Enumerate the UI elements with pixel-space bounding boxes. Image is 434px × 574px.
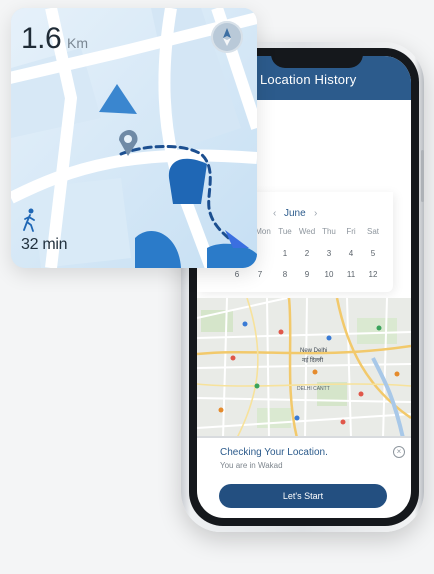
calendar-day[interactable]: 2 [296,249,318,258]
phone-side-button [421,150,424,202]
divider [197,436,411,438]
city-map-graphic [197,298,411,438]
location-status-title: Checking Your Location. [220,447,328,458]
calendar-day[interactable]: 4 [340,249,362,258]
close-icon[interactable]: × [393,446,405,458]
calendar-month: June [284,208,306,219]
calendar-day[interactable]: 10 [318,270,340,279]
weekday-label: Tue [278,227,292,236]
calendar-day[interactable]: 1 [274,249,296,258]
calendar-day[interactable]: 8 [274,270,296,279]
lets-start-button[interactable]: Let's Start [219,484,387,508]
compass-button[interactable] [211,21,243,53]
map-label-area: DELHI CANTT [297,386,330,392]
map-label-city: New Delhi [300,348,328,354]
calendar-day[interactable]: 11 [340,270,362,279]
route-map-card[interactable]: 1.6 Km 32 min [11,8,257,268]
calendar-day[interactable]: 5 [362,249,384,258]
weekday-label: Fri [346,227,356,236]
calendar-day[interactable]: 3 [318,249,340,258]
distance-value: 1.6 [21,22,62,55]
calendar-day[interactable]: 7 [249,270,271,279]
city-map[interactable]: New Delhi नई दिल्ली DELHI CANTT [197,298,411,438]
weekday-label: Sat [366,227,379,236]
calendar-day[interactable]: 9 [296,270,318,279]
calendar-next-arrow[interactable]: › [314,208,317,219]
walking-duration: 32 min [21,236,68,253]
weekday-label: Wed [298,227,316,236]
distance-unit: Km [67,35,88,51]
app-header-title: Location History [260,72,357,87]
location-status-subtitle: You are in Wakad [220,461,283,470]
phone-notch [271,48,363,68]
walking-person-icon [21,208,39,237]
weekday-label: Thu [322,227,336,236]
calendar-prev-arrow[interactable]: ‹ [273,208,276,219]
calendar-day[interactable]: 6 [226,270,248,279]
compass-icon [223,28,231,46]
map-label-city-hindi: नई दिल्ली [302,358,324,364]
calendar-day[interactable]: 12 [362,270,384,279]
